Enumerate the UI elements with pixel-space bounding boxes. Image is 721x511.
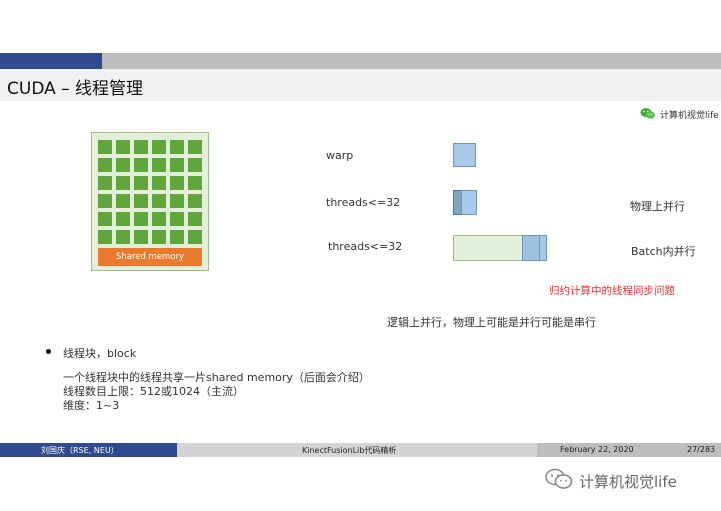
thread-cell [188, 194, 202, 208]
reduction-note: 归约计算中的线程同步问题 [549, 285, 675, 297]
bullet-line: 线程数目上限：512或1024（主流） [63, 385, 244, 398]
thread-cell [152, 158, 166, 172]
header-accent-bar [0, 53, 102, 69]
thread-cell [170, 176, 184, 190]
batch-shape-part [522, 235, 540, 261]
footer-page: 27/283 [687, 445, 716, 454]
thread-cell [152, 176, 166, 190]
thread-cell [98, 230, 112, 244]
bullet-line: 一个线程块中的线程共享一片shared memory（后面会介绍） [63, 371, 370, 384]
footer-center: KinectFusionLib代码精析 [302, 446, 397, 455]
thread-cell [170, 140, 184, 154]
shared-memory-bar: Shared memory [98, 248, 202, 266]
thread-cell [188, 140, 202, 154]
thread-cell [152, 140, 166, 154]
logical-note: 逻辑上并行，物理上可能是并行可能是串行 [387, 316, 596, 329]
thread-cell [152, 194, 166, 208]
thread-cell [152, 230, 166, 244]
bullet-lines: 一个线程块中的线程共享一片shared memory（后面会介绍） 线程数目上限… [63, 371, 370, 413]
thread-cell [134, 194, 148, 208]
thread-cell [188, 212, 202, 226]
threads-shape-1 [453, 190, 477, 215]
wechat-watermark-icon [545, 468, 573, 494]
bullet-line: 维度：1~3 [63, 399, 120, 412]
thread-cell [98, 212, 112, 226]
thread-cell [188, 176, 202, 190]
thread-cell [98, 140, 112, 154]
wechat-icon [640, 105, 656, 124]
brand-top: 计算机视觉life [640, 105, 719, 124]
thread-cell [116, 158, 130, 172]
thread-cell [170, 194, 184, 208]
thread-cell [188, 158, 202, 172]
thread-cell [98, 194, 112, 208]
thread-cell [188, 230, 202, 244]
footer-date: February 22, 2020 [560, 445, 634, 454]
batch-parallel-label: Batch内并行 [631, 245, 696, 258]
thread-cell [134, 158, 148, 172]
thread-cell [116, 140, 130, 154]
thread-grid [98, 140, 202, 244]
thread-cell [170, 230, 184, 244]
threads-shape-1-part [461, 190, 477, 215]
thread-cell [134, 176, 148, 190]
threads-label-2: threads<=32 [328, 240, 403, 253]
thread-cell [134, 230, 148, 244]
brand-top-text: 计算机视觉life [660, 111, 719, 121]
batch-shape-part [539, 235, 547, 261]
physical-parallel-label: 物理上并行 [630, 200, 685, 213]
bullet-title: 线程块，block [63, 347, 137, 360]
thread-cell [134, 140, 148, 154]
threads-label-1: threads<=32 [326, 196, 401, 209]
thread-cell [98, 176, 112, 190]
thread-cell [116, 194, 130, 208]
thread-cell [116, 230, 130, 244]
thread-cell [170, 158, 184, 172]
watermark-text: 计算机视觉life [579, 472, 677, 491]
header-bar [102, 53, 721, 69]
watermark: 计算机视觉life [545, 468, 677, 494]
thread-cell [98, 158, 112, 172]
thread-cell [134, 212, 148, 226]
thread-cell [170, 212, 184, 226]
batch-shape [453, 235, 547, 261]
warp-label: warp [326, 149, 354, 162]
thread-cell [152, 212, 166, 226]
footer-author: 刘国庆（RSE, NEU） [41, 446, 119, 455]
slide-title: CUDA – 线程管理 [7, 79, 144, 99]
warp-shape [453, 143, 476, 167]
thread-cell [116, 212, 130, 226]
thread-cell [116, 176, 130, 190]
bullet-dot [46, 349, 51, 354]
